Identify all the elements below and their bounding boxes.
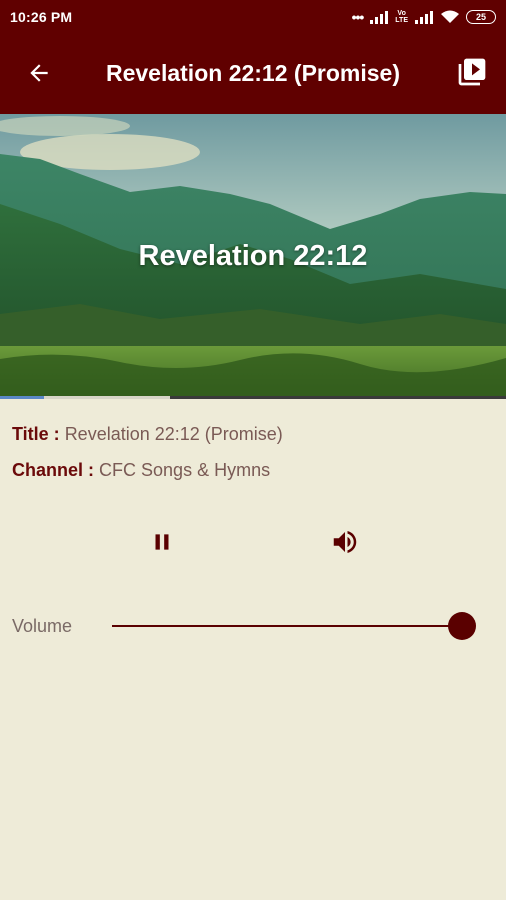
progress-remaining (170, 396, 506, 399)
video-overlay-title: Revelation 22:12 (138, 240, 368, 272)
volume-slider-thumb[interactable] (448, 612, 476, 640)
app-bar: Revelation 22:12 (Promise) (0, 34, 506, 114)
signal-icon (414, 10, 434, 24)
video-player[interactable]: Revelation 22:12 (0, 114, 506, 398)
channel-value: CFC Songs & Hymns (99, 460, 271, 480)
info-channel-row: Channel : CFC Songs & Hymns (12, 460, 270, 481)
volume-label: Volume (12, 616, 73, 636)
volume-button[interactable] (328, 528, 362, 560)
video-progress-bar[interactable] (0, 396, 506, 399)
notification-dots: ••• (351, 9, 365, 25)
pause-button[interactable] (146, 528, 178, 560)
status-icons: ••• Vo LTE 25 (352, 9, 496, 25)
status-time: 10:26 PM (10, 9, 73, 25)
volte-bottom: LTE (395, 17, 408, 24)
volte-top: Vo (397, 10, 406, 17)
battery-icon: 25 (466, 10, 496, 24)
pause-icon (149, 529, 175, 560)
channel-key: Channel : (12, 460, 95, 480)
signal-icon (369, 10, 389, 24)
wifi-icon (440, 10, 460, 24)
title-key: Title : (12, 424, 60, 444)
volume-up-icon (330, 527, 360, 562)
volte-icon: Vo LTE (395, 10, 408, 24)
volume-slider-track (112, 625, 462, 627)
title-value: Revelation 22:12 (Promise) (64, 424, 283, 444)
page-title: Revelation 22:12 (Promise) (105, 60, 400, 86)
progress-played (0, 396, 44, 399)
playlist-button[interactable] (454, 56, 490, 92)
playlist-play-icon (456, 56, 488, 93)
status-bar: 10:26 PM ••• Vo LTE 25 (0, 0, 506, 34)
info-title-row: Title : Revelation 22:12 (Promise) (12, 424, 283, 445)
volume-slider[interactable] (112, 610, 478, 642)
